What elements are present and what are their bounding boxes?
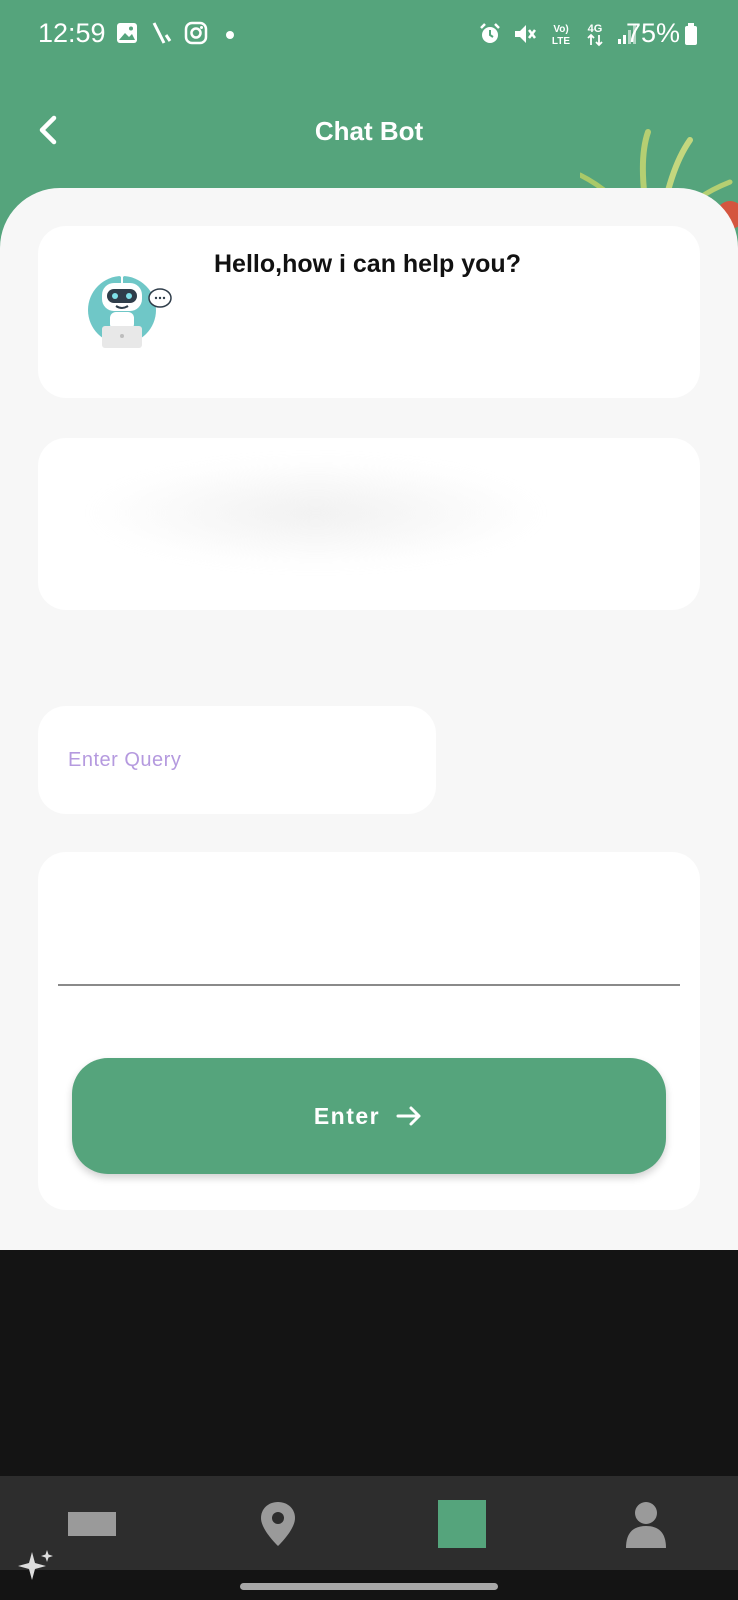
blurred-response-area [86,458,546,568]
query-card [38,706,436,814]
bottom-nav [0,1476,738,1570]
instagram-icon [184,21,208,45]
robot-avatar-icon [88,271,172,348]
svg-text:LTE: LTE [552,36,570,47]
dot-icon [226,31,234,39]
battery-percent: 75% [626,18,681,48]
alarm-icon [480,23,500,43]
svg-text:Vo): Vo) [553,24,568,35]
status-left-icons [116,21,240,45]
profile-icon[interactable] [620,1498,672,1550]
content-sheet: Hello,how i can help you? Enter [0,188,738,1250]
input-underline [58,984,680,986]
greeting-card: Hello,how i can help you? [38,226,700,398]
4g-icon: 4G [587,23,603,47]
battery-icon [685,22,698,45]
greeting-text: Hello,how i can help you? [214,250,521,278]
slash-icon [152,22,172,44]
action-card: Enter [38,852,700,1210]
location-pin-icon[interactable] [252,1498,304,1550]
sparkle-icon[interactable] [16,1546,56,1586]
enter-button-label: Enter [313,1102,381,1129]
status-bar: 12:59 Vo) LTE 4G 75% [0,0,738,72]
volte-icon: Vo)LTE [552,24,570,47]
status-battery: 75% [626,18,698,49]
arrow-right-icon [396,1106,421,1126]
status-time: 12:59 [38,18,106,48]
gallery-icon [117,23,137,43]
gesture-bar[interactable] [240,1583,498,1590]
status-right-icons: Vo) LTE 4G [478,21,638,47]
card-icon[interactable] [66,1498,118,1550]
svg-text:4G: 4G [588,23,603,35]
empty-dark-area [0,1250,738,1476]
active-square-icon[interactable] [436,1498,488,1550]
query-input[interactable] [38,706,436,814]
enter-button[interactable]: Enter [72,1058,666,1174]
mute-icon [515,25,536,43]
response-card [38,438,700,610]
